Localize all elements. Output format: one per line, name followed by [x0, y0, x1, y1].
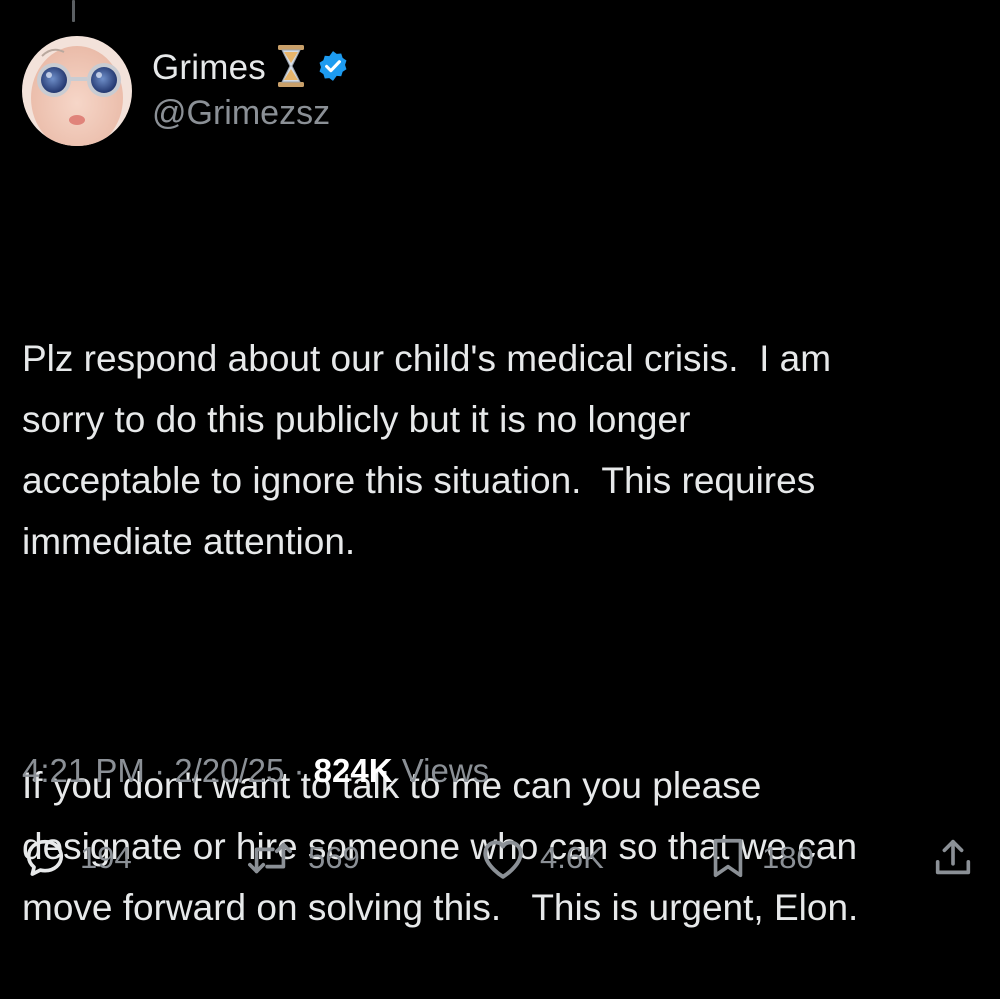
repost-icon: [244, 835, 296, 881]
tweet-paragraph: Plz respond about our child's medical cr…: [22, 338, 832, 562]
avatar-image: [22, 36, 132, 146]
repost-button[interactable]: 569: [244, 832, 360, 884]
tweet-actions: 194 569 4.6K 180: [0, 832, 1000, 884]
repost-count: 569: [308, 840, 360, 875]
share-button[interactable]: [930, 832, 976, 884]
like-count: 4.6K: [540, 840, 604, 875]
share-icon: [930, 835, 976, 881]
author-display-name[interactable]: Grimes: [152, 48, 266, 88]
meta-separator: ·: [284, 752, 314, 789]
views-count[interactable]: 824K: [314, 752, 393, 790]
tweet-date[interactable]: 2/20/25: [174, 752, 284, 790]
bookmark-button[interactable]: 180: [706, 832, 814, 884]
views-label: Views: [392, 752, 490, 789]
bookmark-count: 180: [762, 840, 814, 875]
heart-icon: [478, 835, 528, 881]
meta-separator: ·: [144, 752, 175, 789]
bookmark-icon: [706, 835, 750, 881]
avatar[interactable]: [22, 36, 132, 146]
like-button[interactable]: 4.6K: [478, 832, 604, 884]
top-divider-tick: [72, 0, 75, 22]
hourglass-icon: [276, 44, 306, 93]
reply-button[interactable]: 194: [22, 832, 132, 884]
reply-count: 194: [80, 840, 132, 875]
author-handle[interactable]: @Grimezsz: [152, 94, 330, 133]
verified-badge-icon: [316, 49, 350, 88]
author-name-row[interactable]: Grimes: [152, 44, 350, 92]
tweet-time[interactable]: 4:21 PM: [22, 752, 145, 790]
tweet-meta: 4:21 PM · 2/20/25 · 824K Views: [22, 752, 489, 790]
reply-icon: [22, 835, 68, 881]
